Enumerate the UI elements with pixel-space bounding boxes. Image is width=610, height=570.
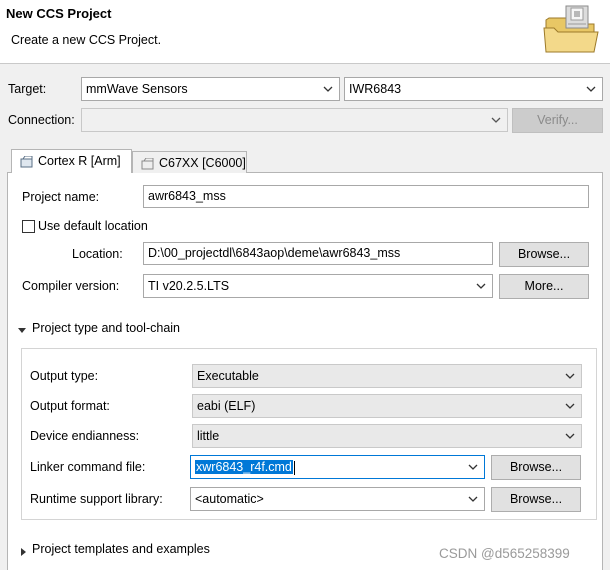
output-format-value: eabi (ELF) bbox=[197, 399, 256, 413]
verify-button[interactable]: Verify... bbox=[512, 108, 603, 133]
triangle-right-icon[interactable] bbox=[20, 545, 28, 556]
linker-browse-button[interactable]: Browse... bbox=[491, 455, 581, 480]
linker-command-file-select[interactable]: xwr6843_r4f.cmd bbox=[190, 455, 485, 479]
project-name-input[interactable]: awr6843_mss bbox=[143, 185, 589, 208]
chip-icon bbox=[140, 156, 155, 170]
runtime-library-label: Runtime support library: bbox=[30, 492, 163, 506]
tab-c67xx[interactable]: C67XX [C6000] bbox=[132, 151, 247, 174]
tab-c67xx-label: C67XX [C6000] bbox=[159, 156, 246, 170]
target-family-value: mmWave Sensors bbox=[86, 82, 188, 96]
chevron-down-icon bbox=[489, 109, 503, 131]
chevron-down-icon bbox=[584, 78, 598, 100]
linker-command-file-value: xwr6843_r4f.cmd bbox=[195, 460, 293, 474]
triangle-down-icon[interactable] bbox=[18, 324, 26, 333]
linker-command-file-label: Linker command file: bbox=[30, 460, 146, 474]
compiler-more-button[interactable]: More... bbox=[499, 274, 589, 299]
watermark: CSDN @d565258399 bbox=[439, 546, 570, 561]
templates-section-label[interactable]: Project templates and examples bbox=[32, 542, 210, 556]
connection-label: Connection: bbox=[8, 113, 75, 127]
tab-cortex-r-label: Cortex R [Arm] bbox=[38, 154, 121, 168]
runtime-browse-button[interactable]: Browse... bbox=[491, 487, 581, 512]
dialog-title: New CCS Project bbox=[6, 6, 112, 21]
chevron-down-icon bbox=[563, 395, 577, 417]
device-endianness-value: little bbox=[197, 429, 220, 443]
project-name-label: Project name: bbox=[22, 190, 100, 204]
chip-icon bbox=[19, 154, 34, 168]
location-label: Location: bbox=[72, 247, 123, 261]
location-input[interactable]: D:\00_projectdl\6843aop\deme\awr6843_mss bbox=[143, 242, 493, 265]
folder-icon bbox=[540, 2, 604, 56]
use-default-location-checkbox[interactable] bbox=[22, 220, 35, 233]
chevron-down-icon bbox=[474, 275, 488, 297]
dialog-header: New CCS Project Create a new CCS Project… bbox=[0, 0, 610, 64]
target-device-value: IWR6843 bbox=[349, 82, 402, 96]
output-type-value: Executable bbox=[197, 369, 259, 383]
location-browse-button[interactable]: Browse... bbox=[499, 242, 589, 267]
tab-cortex-r[interactable]: Cortex R [Arm] bbox=[11, 149, 132, 174]
compiler-version-value: TI v20.2.5.LTS bbox=[148, 279, 230, 293]
dialog-subtitle: Create a new CCS Project. bbox=[11, 33, 162, 47]
chevron-down-icon bbox=[563, 365, 577, 387]
compiler-version-select[interactable]: TI v20.2.5.LTS bbox=[143, 274, 493, 298]
output-format-label: Output format: bbox=[30, 399, 110, 413]
text-caret bbox=[293, 460, 295, 475]
target-label: Target: bbox=[8, 82, 47, 96]
connection-select[interactable] bbox=[81, 108, 508, 132]
use-default-location-label: Use default location bbox=[38, 219, 148, 233]
chevron-down-icon bbox=[563, 425, 577, 447]
chevron-down-icon bbox=[321, 78, 335, 100]
device-endianness-select[interactable]: little bbox=[192, 424, 582, 448]
toolchain-section-label[interactable]: Project type and tool-chain bbox=[32, 321, 180, 335]
chevron-down-icon bbox=[466, 488, 480, 510]
runtime-library-value: <automatic> bbox=[195, 492, 264, 506]
output-format-select[interactable]: eabi (ELF) bbox=[192, 394, 582, 418]
output-type-label: Output type: bbox=[30, 369, 99, 383]
device-endianness-label: Device endianness: bbox=[30, 429, 140, 443]
compiler-version-label: Compiler version: bbox=[22, 279, 120, 293]
output-type-select[interactable]: Executable bbox=[192, 364, 582, 388]
target-family-select[interactable]: mmWave Sensors bbox=[81, 77, 340, 101]
target-device-select[interactable]: IWR6843 bbox=[344, 77, 603, 101]
chevron-down-icon bbox=[466, 456, 480, 478]
runtime-library-select[interactable]: <automatic> bbox=[190, 487, 485, 511]
